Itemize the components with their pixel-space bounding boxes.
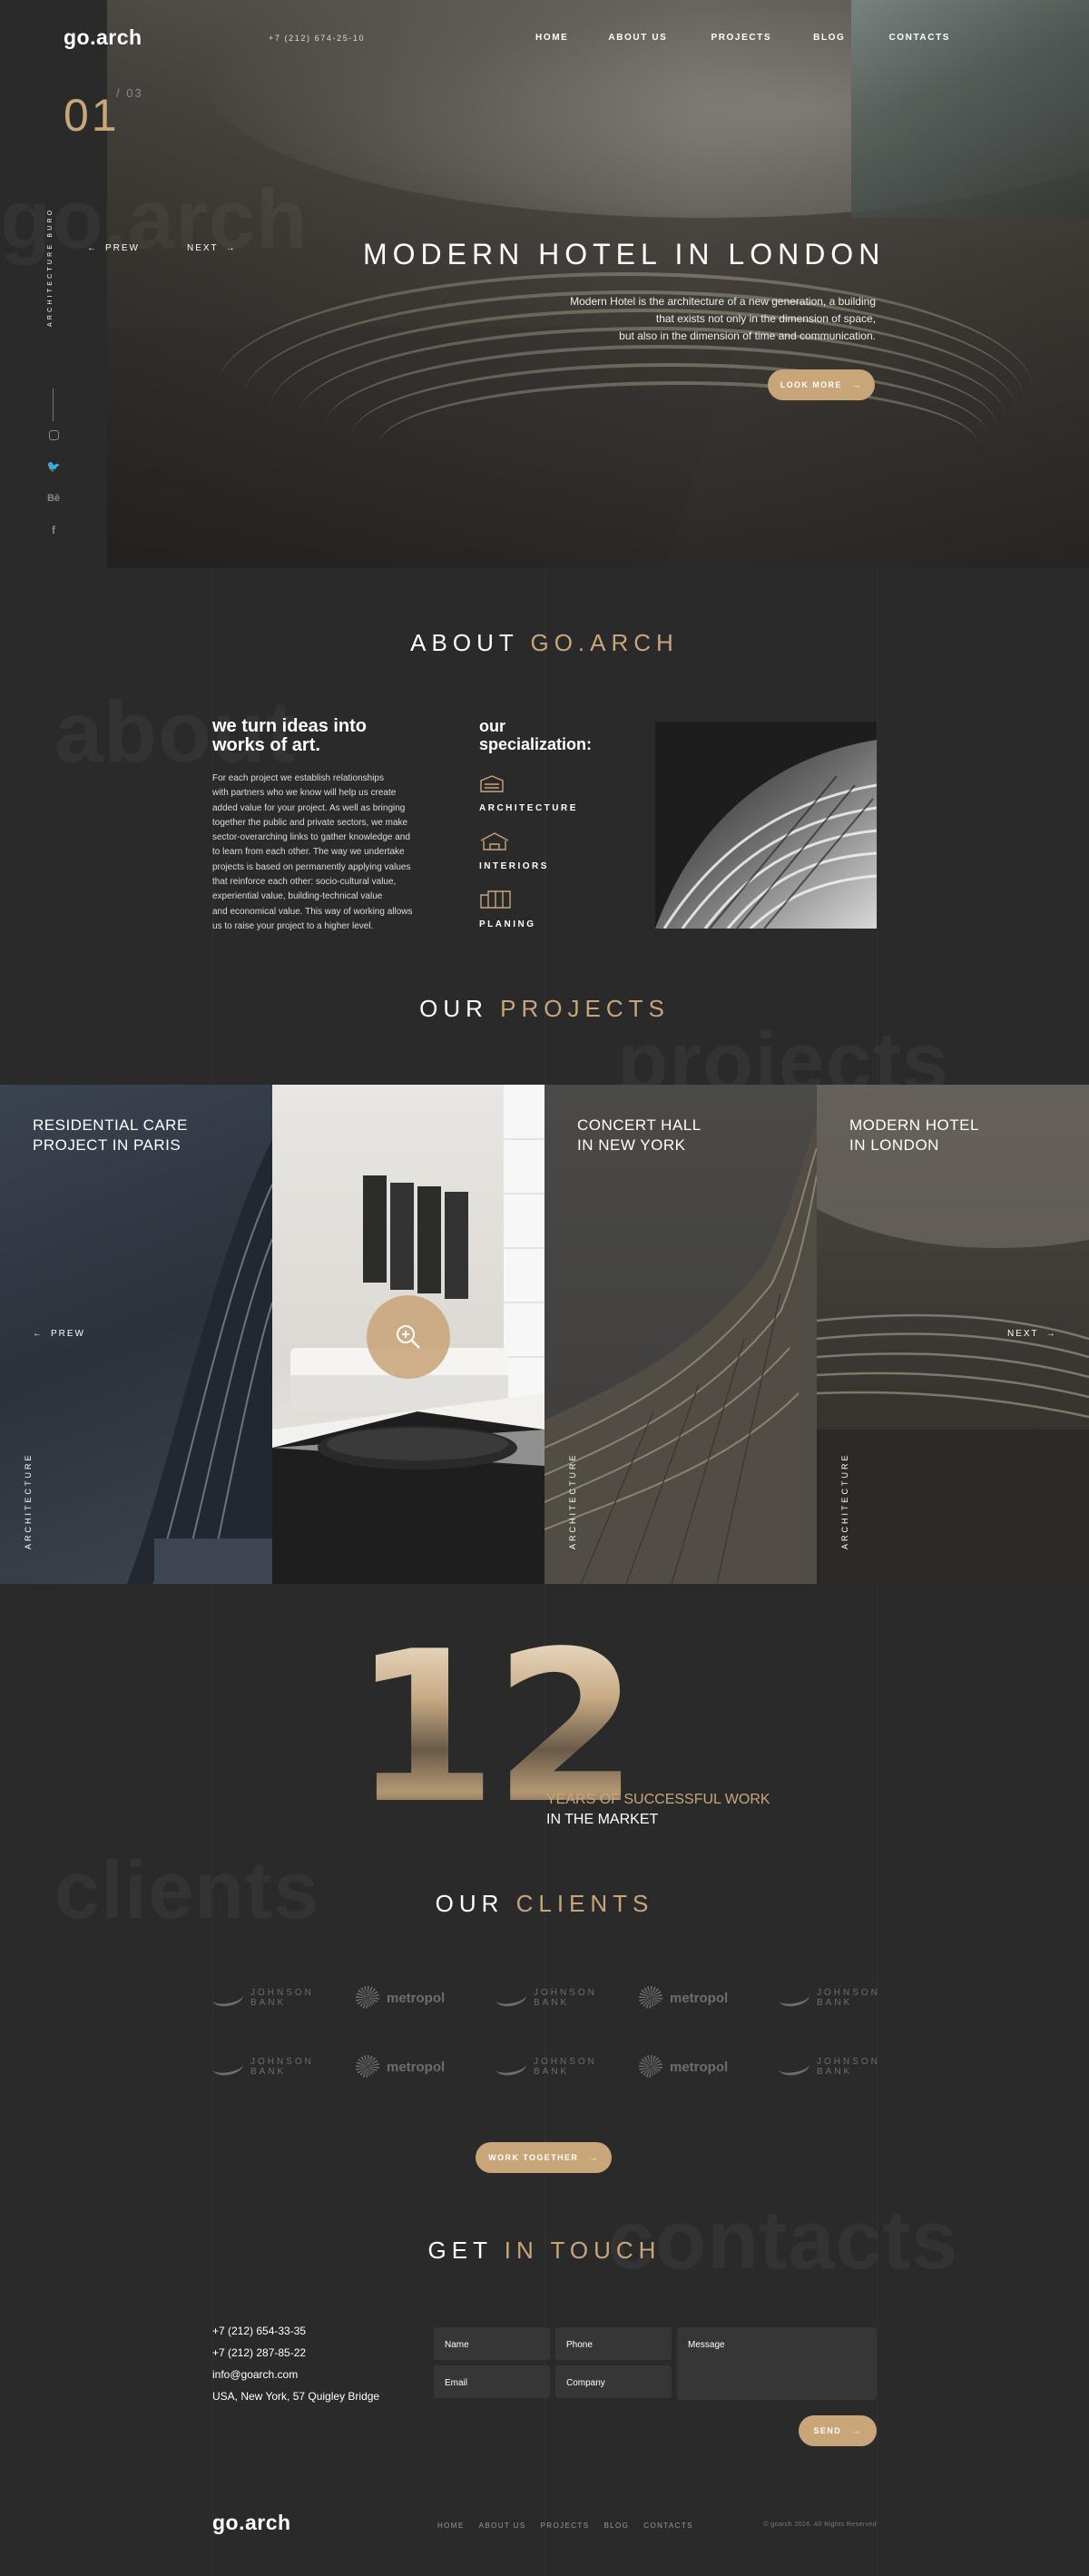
message-field[interactable]: Message	[677, 2327, 877, 2400]
client-logo[interactable]: JOHNSON BANK	[777, 1984, 888, 2011]
main-nav: HOME ABOUT US PROJECTS BLOG CONTACTS	[535, 33, 950, 43]
hero-title: MODERN HOTEL IN LONDON	[363, 238, 886, 270]
contact-email[interactable]: info@goarch.com	[212, 2364, 379, 2385]
client-logo[interactable]: JOHNSON BANK	[211, 2053, 321, 2080]
hero-next-button[interactable]: NEXT →	[187, 243, 237, 253]
spec-item-interiors: INTERIORS	[479, 831, 549, 871]
specialization-heading: our specialization:	[479, 717, 593, 753]
contact-address: USA, New York, 57 Quigley Bridge	[212, 2390, 380, 2403]
send-button[interactable]: SEND →	[799, 2415, 877, 2446]
project-category: ARCHITECTURE	[568, 1452, 577, 1549]
nav-blog[interactable]: BLOG	[813, 33, 845, 43]
house-icon	[480, 832, 509, 850]
nav-projects[interactable]: PROJECTS	[711, 33, 771, 43]
footer-nav-projects[interactable]: PROJECTS	[541, 2522, 590, 2530]
instagram-icon[interactable]	[48, 430, 59, 440]
client-logo[interactable]: JOHNSON BANK	[777, 2053, 888, 2080]
swoosh-icon	[777, 1987, 811, 2009]
client-logo[interactable]: metropol	[639, 2053, 748, 2080]
swoosh-icon	[494, 1987, 528, 2009]
contact-details: +7 (212) 654-33-35 +7 (212) 287-85-22 in…	[212, 2320, 379, 2407]
social-links: 🐦 Bē f	[45, 430, 62, 536]
projects-next-button[interactable]: NEXT →	[1007, 1329, 1057, 1339]
contact-phone[interactable]: +7 (212) 287-85-22	[212, 2342, 379, 2364]
client-logo[interactable]: metropol	[639, 1984, 748, 2011]
work-together-button[interactable]: WORK TOGETHER →	[476, 2142, 612, 2173]
projects-title: OUR PROJECTS	[419, 995, 670, 1022]
name-field[interactable]: Name	[434, 2327, 550, 2360]
nav-home[interactable]: HOME	[535, 33, 568, 43]
site-logo[interactable]: go.arch	[64, 25, 142, 50]
arrow-right-icon: →	[225, 243, 237, 253]
burst-icon	[639, 1986, 662, 2010]
copyright: © goarch 2016. All Rights Reserved	[763, 2522, 877, 2528]
hero-prev-button[interactable]: ← PREW	[87, 243, 140, 253]
about-image	[655, 722, 877, 929]
client-logo[interactable]: JOHNSON BANK	[211, 1984, 321, 2011]
swoosh-icon	[494, 2056, 528, 2078]
facebook-icon[interactable]: f	[52, 524, 55, 536]
hero-overlay	[107, 0, 1089, 568]
spec-item-planing: PLANING	[479, 890, 536, 929]
phone-field[interactable]: Phone	[555, 2327, 672, 2360]
spec-item-architecture: ARCHITECTURE	[479, 773, 578, 813]
email-field[interactable]: Email	[434, 2365, 550, 2398]
footer-nav-about-us[interactable]: ABOUT US	[479, 2522, 526, 2530]
arrow-left-icon: ←	[33, 1329, 44, 1339]
project-category: ARCHITECTURE	[24, 1452, 33, 1549]
slide-counter-total: / 03	[116, 86, 143, 100]
about-heading: we turn ideas into works of art.	[212, 716, 368, 755]
company-field[interactable]: Company	[555, 2365, 672, 2398]
building-icon	[480, 775, 504, 792]
side-divider	[53, 388, 54, 421]
arrow-right-icon: →	[852, 2426, 862, 2435]
behance-icon[interactable]: Bē	[47, 493, 60, 504]
arrow-right-icon: →	[1045, 1329, 1057, 1339]
client-logo[interactable]: metropol	[356, 2053, 465, 2080]
project-title: RESIDENTIAL CARE PROJECT IN PARIS	[33, 1116, 188, 1154]
clients-title: OUR CLIENTS	[435, 1890, 654, 1917]
projects-prev-button[interactable]: ← PREW	[33, 1329, 85, 1339]
client-logo[interactable]: JOHNSON BANK	[494, 2053, 604, 2080]
client-logo[interactable]: metropol	[356, 1984, 465, 2011]
project-card[interactable]	[272, 1085, 544, 1584]
hero-description: Modern Hotel is the architecture of a ne…	[570, 295, 876, 342]
side-label: ARCHITECTURE BURO	[47, 207, 54, 327]
header-phone: +7 (212) 674-25-10	[269, 34, 366, 43]
burst-icon	[356, 2055, 379, 2079]
look-more-button[interactable]: LOOK MORE →	[768, 369, 875, 400]
years-caption: YEARS OF SUCCESSFUL WORK IN THE MARKET	[546, 1792, 770, 1827]
burst-icon	[639, 2055, 662, 2079]
footer-nav-blog[interactable]: BLOG	[603, 2522, 629, 2530]
project-card[interactable]: CONCERT HALL IN NEW YORK ARCHITECTURE	[544, 1085, 817, 1584]
nav-contacts[interactable]: CONTACTS	[888, 33, 950, 43]
project-title: MODERN HOTEL IN LONDON	[849, 1116, 979, 1154]
footer-nav-home[interactable]: HOME	[437, 2522, 465, 2530]
arrow-right-icon: →	[852, 380, 863, 389]
zoom-in-icon	[397, 1325, 420, 1349]
client-logo[interactable]: JOHNSON BANK	[494, 1984, 604, 2011]
zoom-button[interactable]	[367, 1295, 450, 1379]
project-title: CONCERT HALL IN NEW YORK	[577, 1116, 701, 1154]
project-category: ARCHITECTURE	[840, 1452, 849, 1549]
swoosh-icon	[777, 2056, 811, 2078]
blueprint-icon	[480, 890, 511, 909]
burst-icon	[356, 1986, 379, 2010]
contact-phone[interactable]: +7 (212) 654-33-35	[212, 2320, 379, 2342]
swoosh-icon	[211, 2056, 245, 2078]
about-title: ABOUT GO.ARCH	[410, 629, 679, 656]
contact-title: GET IN TOUCH	[427, 2237, 662, 2264]
ghost-text: go.arch	[0, 172, 308, 268]
twitter-icon[interactable]: 🐦	[47, 460, 61, 473]
footer-logo[interactable]: go.arch	[212, 2511, 291, 2535]
slide-counter-current: 01	[64, 90, 120, 141]
nav-about-us[interactable]: ABOUT US	[608, 33, 667, 43]
swoosh-icon	[211, 1987, 245, 2009]
arrow-right-icon: →	[589, 2153, 599, 2162]
arrow-left-icon: ←	[87, 243, 98, 253]
about-body: For each project we establish relationsh…	[212, 773, 413, 931]
